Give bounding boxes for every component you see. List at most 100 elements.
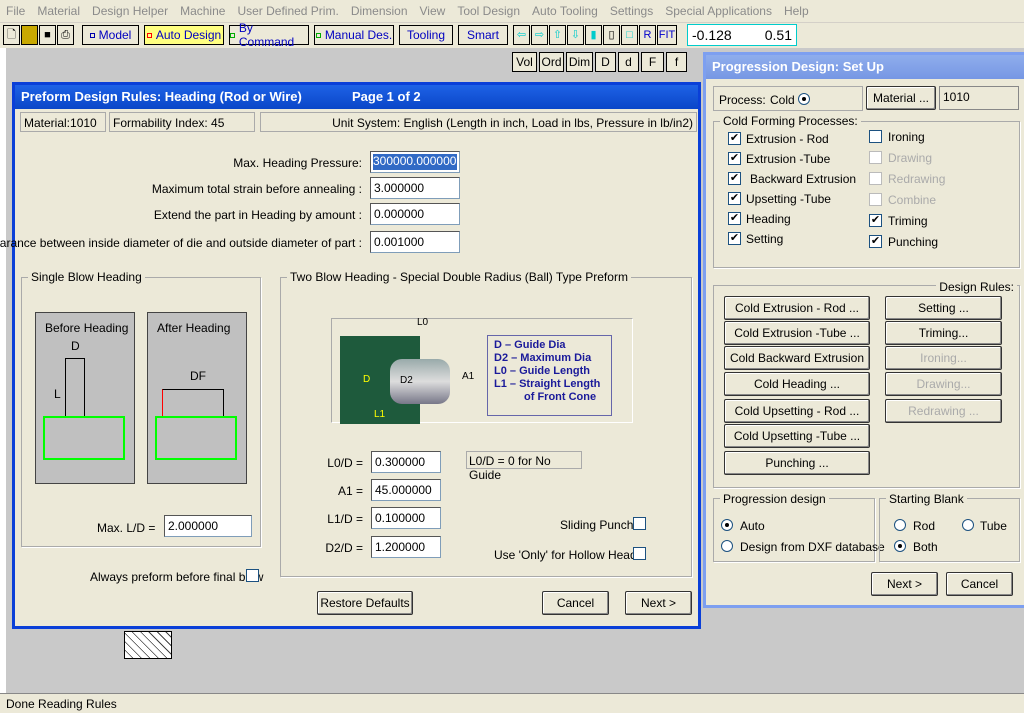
process-label: Extrusion -Tube <box>746 152 831 166</box>
l1-label: L1 <box>374 409 386 420</box>
redraw-button[interactable]: R <box>639 25 656 45</box>
menu-dimension[interactable]: Dimension <box>345 4 414 18</box>
menu-file[interactable]: File <box>0 4 31 18</box>
rule-button[interactable]: Cold Backward Extrusion ... <box>724 346 870 387</box>
preform-shape <box>390 359 450 404</box>
process-checkbox[interactable]: ✔ <box>728 192 741 205</box>
progression-cancel-button[interactable]: Cancel <box>946 572 1013 596</box>
field-input[interactable]: 3.000000 <box>370 177 460 199</box>
rod-shape <box>65 358 85 416</box>
rule-button[interactable]: Cold Extrusion -Tube ... <box>724 321 870 345</box>
view-button-5[interactable]: F <box>641 52 664 72</box>
both-radio[interactable] <box>894 540 906 552</box>
menu-design-helper[interactable]: Design Helper <box>86 4 174 18</box>
auto-design-button[interactable]: Auto Design <box>144 25 224 45</box>
rule-button[interactable]: Cold Upsetting - Rod ... <box>724 399 870 423</box>
menu-machine[interactable]: Machine <box>174 4 231 18</box>
view-button-0[interactable]: Vol <box>512 52 537 72</box>
fit-button[interactable]: FIT <box>657 25 677 45</box>
rule-button[interactable]: Punching ... <box>724 451 870 475</box>
view-button-4[interactable]: d <box>618 52 639 72</box>
menu-user-defined-prim-[interactable]: User Defined Prim. <box>231 4 344 18</box>
rule-button[interactable]: Ironing... <box>885 346 1002 370</box>
arrow-down-icon[interactable]: ⇩ <box>567 25 584 45</box>
ratio-label: D2/D = <box>325 541 363 555</box>
rule-button[interactable]: Cold Heading ... <box>724 372 870 396</box>
next-button[interactable]: Next > <box>625 591 692 615</box>
material-button[interactable]: Material ... <box>866 86 936 110</box>
ratio-input[interactable]: 0.100000 <box>371 507 441 529</box>
process-cold-radio[interactable] <box>798 93 810 105</box>
max-ld-input[interactable]: 2.000000 <box>164 515 252 537</box>
process-checkbox[interactable]: ✔ <box>728 212 741 225</box>
view-button-1[interactable]: Ord <box>539 52 564 72</box>
ratio-input[interactable]: 0.300000 <box>371 451 441 473</box>
view-button-3[interactable]: D <box>595 52 616 72</box>
always-preform-checkbox[interactable] <box>246 569 259 582</box>
rule-button[interactable]: Redrawing ... <box>885 399 1002 423</box>
progression-next-button[interactable]: Next > <box>871 572 938 596</box>
single-blow-group: Single Blow Heading Before Heading D L A… <box>21 270 261 547</box>
arrow-right-icon[interactable]: ⇨ <box>531 25 548 45</box>
two-blow-group: Two Blow Heading - Special Double Radius… <box>280 270 692 577</box>
manual-des-button[interactable]: Manual Des. <box>314 25 394 45</box>
process-checkbox[interactable] <box>869 151 882 164</box>
rule-button[interactable]: Cold Extrusion - Rod ... <box>724 296 870 320</box>
open-folder-icon[interactable] <box>21 25 38 45</box>
preform-title-bar[interactable]: Preform Design Rules: Heading (Rod or Wi… <box>15 85 698 109</box>
process-checkbox[interactable]: ✔ <box>728 152 741 165</box>
view-button-2[interactable]: Dim <box>566 52 593 72</box>
arrow-up-icon[interactable]: ⇧ <box>549 25 566 45</box>
menu-material[interactable]: Material <box>31 4 86 18</box>
tube-radio[interactable] <box>962 519 974 531</box>
by-command-label: By Command <box>238 21 295 49</box>
ratio-input[interactable]: 1.200000 <box>371 536 441 558</box>
zoom-in-icon[interactable]: ▮ <box>585 25 602 45</box>
field-input[interactable]: 0.001000 <box>370 231 460 253</box>
process-checkbox[interactable] <box>869 172 882 185</box>
process-checkbox[interactable]: ✔ <box>728 232 741 245</box>
save-icon[interactable]: ■ <box>39 25 56 45</box>
auto-label: Auto <box>740 519 765 533</box>
auto-radio[interactable] <box>721 519 733 531</box>
rule-button[interactable]: Setting ... <box>885 296 1002 320</box>
process-checkbox[interactable]: ✔ <box>869 235 882 248</box>
menu-tool-design[interactable]: Tool Design <box>451 4 526 18</box>
tooling-button[interactable]: Tooling <box>399 25 453 45</box>
rule-button[interactable]: Cold Upsetting -Tube ... <box>724 424 870 448</box>
by-command-button[interactable]: By Command <box>229 21 309 49</box>
cancel-button[interactable]: Cancel <box>542 591 609 615</box>
zoom-out-icon[interactable]: ▯ <box>603 25 620 45</box>
model-button[interactable]: Model <box>82 25 139 45</box>
hollow-heads-checkbox[interactable] <box>633 547 646 560</box>
process-checkbox[interactable] <box>869 130 882 143</box>
zoom-window-icon[interactable]: □ <box>621 25 638 45</box>
rod-radio[interactable] <box>894 519 906 531</box>
menu-special-applications[interactable]: Special Applications <box>659 4 778 18</box>
process-checkbox[interactable]: ✔ <box>869 214 882 227</box>
print-icon[interactable]: ⎙ <box>57 25 74 45</box>
process-checkbox[interactable] <box>869 193 882 206</box>
menu-help[interactable]: Help <box>778 4 815 18</box>
menu-auto-tooling[interactable]: Auto Tooling <box>526 4 604 18</box>
process-label: Combine <box>888 193 937 207</box>
dxf-radio[interactable] <box>721 540 733 552</box>
ratio-input[interactable]: 45.000000 <box>371 479 441 501</box>
restore-defaults-button[interactable]: Restore Defaults <box>317 591 413 615</box>
sliding-punch-checkbox[interactable] <box>633 517 646 530</box>
view-button-6[interactable]: f <box>666 52 687 72</box>
menu-settings[interactable]: Settings <box>604 4 659 18</box>
field-label: Maximum total strain before annealing : <box>151 182 362 196</box>
new-file-icon[interactable]: 🗋 <box>3 25 20 45</box>
smart-button[interactable]: Smart <box>458 25 508 45</box>
arrow-left-icon[interactable]: ⇦ <box>513 25 530 45</box>
rule-button[interactable]: Triming... <box>885 321 1002 345</box>
process-checkbox[interactable]: ✔ <box>728 132 741 145</box>
field-input[interactable]: 0.000000 <box>370 203 460 225</box>
rule-button[interactable]: Drawing... <box>885 372 1002 396</box>
process-label: Triming <box>888 214 928 228</box>
field-input[interactable]: 300000.000000 <box>370 151 460 173</box>
progression-title-bar[interactable]: Progression Design: Set Up <box>706 55 1024 79</box>
menu-view[interactable]: View <box>414 4 452 18</box>
process-checkbox[interactable]: ✔ <box>728 172 741 185</box>
